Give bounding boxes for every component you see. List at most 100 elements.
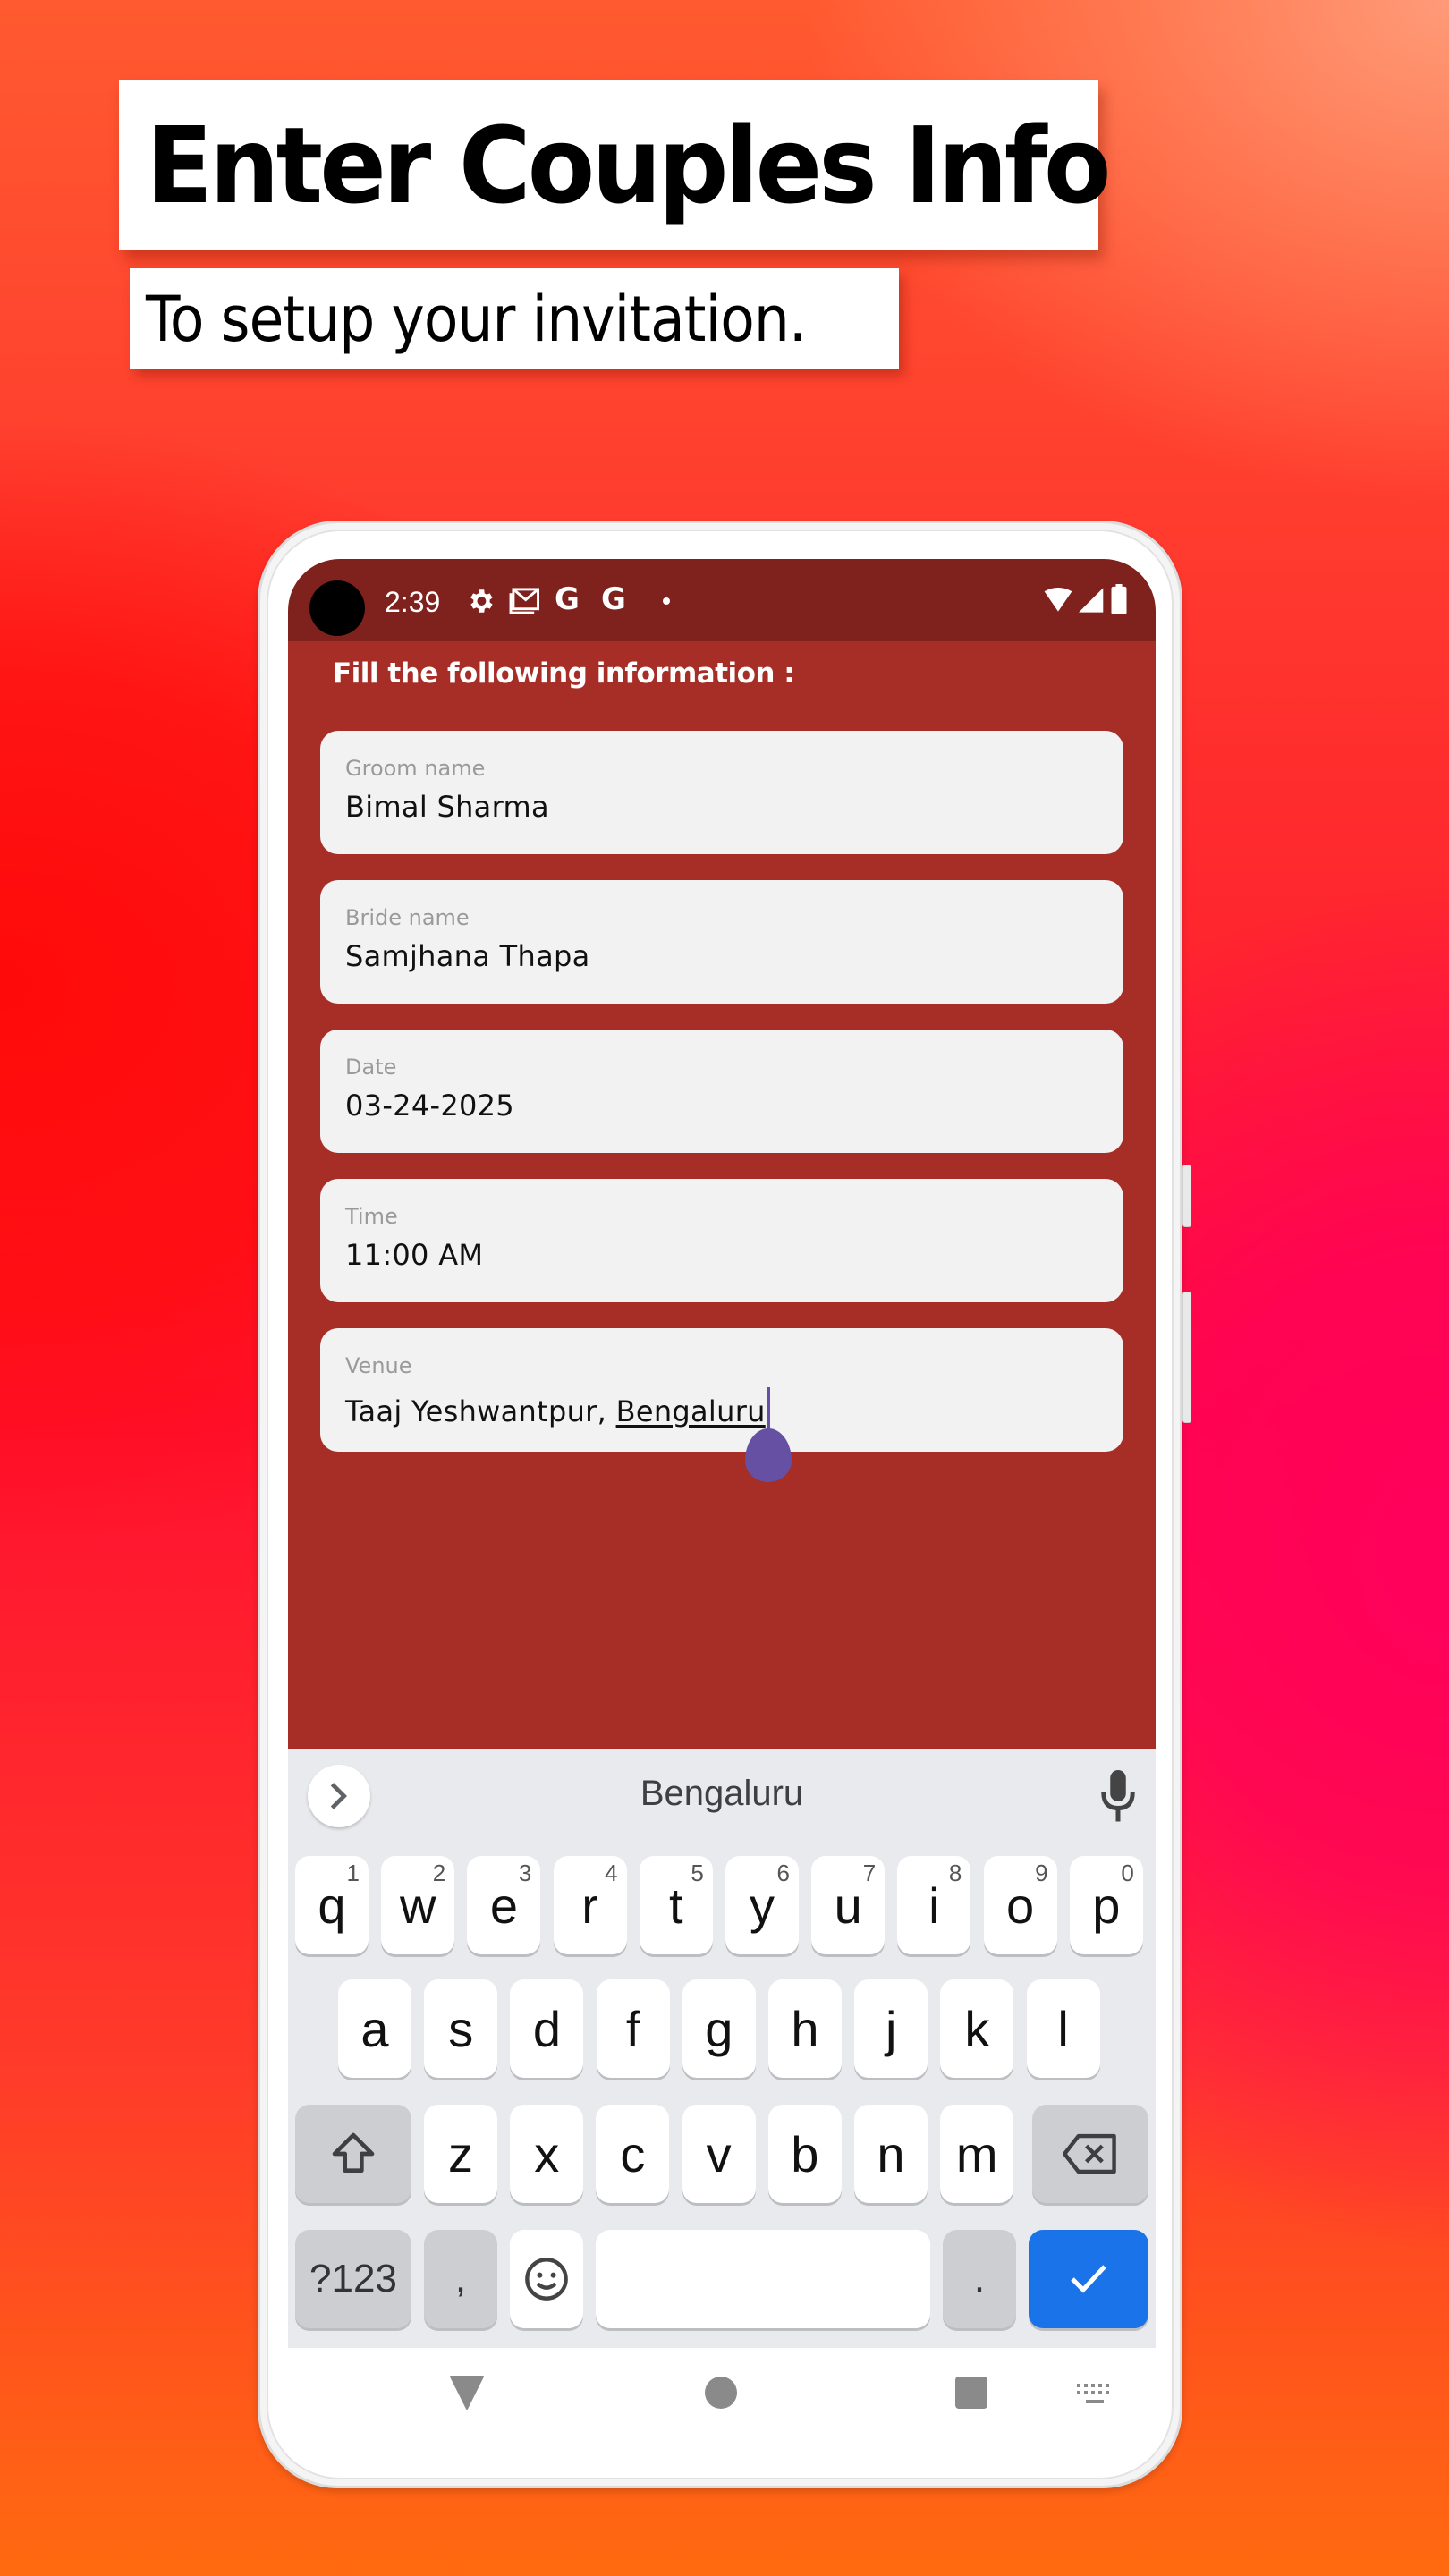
bride-name-label: Bride name bbox=[345, 905, 470, 930]
key-number-hint: 2 bbox=[432, 1860, 446, 1886]
headline: Enter Couples Info bbox=[146, 104, 1111, 227]
comma-key[interactable]: , bbox=[424, 2230, 497, 2328]
key-o[interactable]: o9 bbox=[983, 1856, 1057, 1954]
period-key[interactable]: . bbox=[943, 2230, 1016, 2328]
system-nav-bar bbox=[288, 2348, 1156, 2455]
key-i[interactable]: i8 bbox=[897, 1856, 971, 1954]
key-k[interactable]: k bbox=[940, 1979, 1014, 2078]
key-number-hint: 9 bbox=[1035, 1860, 1048, 1886]
subheadline: To setup your invitation. bbox=[146, 282, 807, 356]
shift-key[interactable] bbox=[295, 2105, 411, 2203]
key-number-hint: 3 bbox=[518, 1860, 532, 1886]
google-icon: G bbox=[555, 581, 580, 617]
key-m[interactable]: m bbox=[940, 2105, 1014, 2203]
key-label: i bbox=[928, 1877, 940, 1934]
headline-banner: Enter Couples Info bbox=[119, 80, 1111, 250]
key-p[interactable]: p0 bbox=[1069, 1856, 1143, 1954]
key-label: y bbox=[750, 1877, 775, 1934]
key-a[interactable]: a bbox=[338, 1979, 411, 2078]
venue-label: Venue bbox=[345, 1353, 412, 1378]
status-time: 2:39 bbox=[385, 586, 441, 618]
status-bar: 2:39 G G bbox=[288, 559, 1156, 641]
key-label: o bbox=[1006, 1877, 1035, 1934]
time-value: 11:00 AM bbox=[345, 1238, 484, 1272]
gmail-icon bbox=[509, 588, 539, 614]
key-z[interactable]: z bbox=[424, 2105, 497, 2203]
microphone-icon[interactable] bbox=[1100, 1770, 1136, 1824]
key-label: p bbox=[1092, 1877, 1121, 1934]
date-value: 03-24-2025 bbox=[345, 1089, 514, 1123]
key-number-hint: 4 bbox=[605, 1860, 618, 1886]
front-camera bbox=[309, 580, 365, 636]
backspace-key[interactable] bbox=[1032, 2105, 1148, 2203]
key-v[interactable]: v bbox=[682, 2105, 756, 2203]
form-title: Fill the following information : bbox=[333, 657, 795, 690]
key-f[interactable]: f bbox=[596, 1979, 670, 2078]
cursor-handle[interactable] bbox=[744, 1428, 792, 1482]
key-b[interactable]: b bbox=[767, 2105, 842, 2203]
key-c[interactable]: c bbox=[596, 2105, 670, 2203]
time-field[interactable]: Time 11:00 AM bbox=[320, 1179, 1123, 1302]
key-h[interactable]: h bbox=[768, 1979, 842, 2078]
key-l[interactable]: l bbox=[1026, 1979, 1100, 2078]
soft-keyboard: Bengaluru q1w2e3r4t5y6u7i8o9p0 asdfghjkl… bbox=[288, 1749, 1156, 2348]
time-label: Time bbox=[345, 1204, 398, 1229]
space-key[interactable] bbox=[596, 2230, 930, 2328]
google-icon: G bbox=[601, 581, 626, 617]
symbols-key[interactable]: ?123 bbox=[295, 2230, 411, 2328]
battery-icon bbox=[1111, 584, 1127, 614]
key-d[interactable]: d bbox=[510, 1979, 584, 2078]
settings-icon bbox=[470, 589, 493, 613]
emoji-key[interactable] bbox=[510, 2230, 583, 2328]
key-u[interactable]: u7 bbox=[811, 1856, 886, 1954]
key-g[interactable]: g bbox=[682, 1979, 756, 2078]
power-button bbox=[1182, 1292, 1191, 1423]
recents-icon[interactable] bbox=[955, 2377, 987, 2409]
suggestion-word[interactable]: Bengaluru bbox=[288, 1774, 1156, 1814]
venue-value-text: Taaj Yeshwantpur, bbox=[345, 1394, 616, 1428]
suggestion-bar: Bengaluru bbox=[288, 1749, 1156, 1847]
key-t[interactable]: t5 bbox=[639, 1856, 713, 1954]
emoji-icon bbox=[525, 2258, 568, 2301]
key-number-hint: 0 bbox=[1121, 1860, 1134, 1886]
notification-dot-icon bbox=[663, 597, 670, 605]
text-cursor bbox=[744, 1387, 792, 1482]
date-field[interactable]: Date 03-24-2025 bbox=[320, 1030, 1123, 1153]
checkmark-icon bbox=[1071, 2265, 1106, 2293]
key-s[interactable]: s bbox=[424, 1979, 498, 2078]
key-j[interactable]: j bbox=[854, 1979, 928, 2078]
groom-name-field[interactable]: Groom name Bimal Sharma bbox=[320, 731, 1123, 854]
keyboard-switch-icon[interactable] bbox=[1075, 2382, 1114, 2405]
venue-field[interactable]: Venue Taaj Yeshwantpur, Bengaluru bbox=[320, 1328, 1123, 1482]
backspace-icon bbox=[1063, 2133, 1116, 2174]
bride-name-field[interactable]: Bride name Samjhana Thapa bbox=[320, 880, 1123, 1004]
key-x[interactable]: x bbox=[510, 2105, 584, 2203]
key-label: u bbox=[834, 1877, 862, 1934]
key-w[interactable]: w2 bbox=[381, 1856, 455, 1954]
back-icon[interactable] bbox=[449, 2375, 485, 2411]
key-label: r bbox=[581, 1877, 598, 1934]
subheadline-banner: To setup your invitation. bbox=[130, 268, 899, 369]
groom-name-label: Groom name bbox=[345, 756, 486, 781]
phone-screen: 2:39 G G Fill the following information … bbox=[288, 559, 1156, 2348]
bride-name-value: Samjhana Thapa bbox=[345, 939, 590, 973]
shift-icon bbox=[332, 2132, 375, 2173]
app-content: Fill the following information : Groom n… bbox=[288, 641, 1156, 1749]
key-label: t bbox=[669, 1877, 683, 1934]
volume-button bbox=[1182, 1165, 1191, 1227]
home-icon[interactable] bbox=[705, 2377, 737, 2409]
key-n[interactable]: n bbox=[854, 2105, 928, 2203]
key-number-hint: 6 bbox=[776, 1860, 790, 1886]
signal-icon bbox=[1079, 588, 1104, 613]
done-key[interactable] bbox=[1029, 2230, 1148, 2328]
venue-value: Taaj Yeshwantpur, Bengaluru bbox=[345, 1387, 792, 1482]
key-e[interactable]: e3 bbox=[467, 1856, 541, 1954]
key-q[interactable]: q1 bbox=[295, 1856, 369, 1954]
key-label: w bbox=[399, 1877, 436, 1934]
key-y[interactable]: y6 bbox=[725, 1856, 799, 1954]
key-r[interactable]: r4 bbox=[553, 1856, 627, 1954]
wifi-icon bbox=[1044, 588, 1072, 612]
key-number-hint: 8 bbox=[948, 1860, 962, 1886]
key-label: q bbox=[318, 1877, 346, 1934]
key-number-hint: 5 bbox=[691, 1860, 704, 1886]
